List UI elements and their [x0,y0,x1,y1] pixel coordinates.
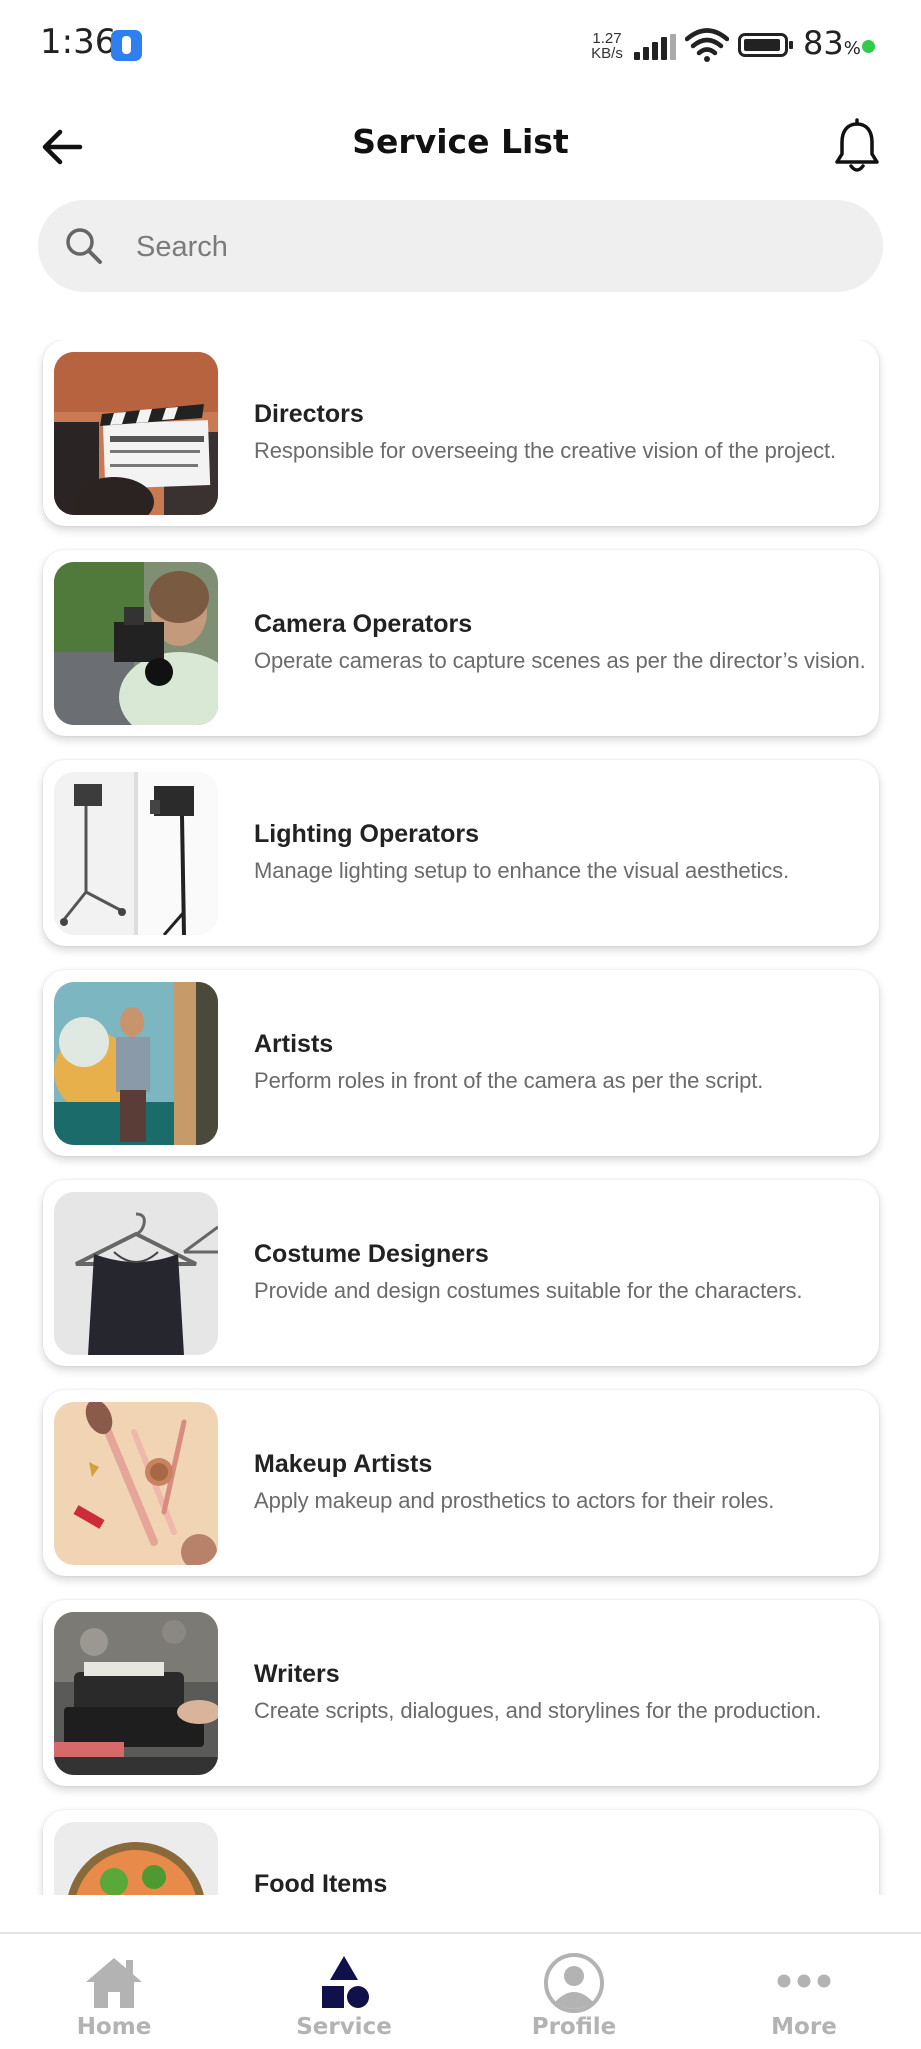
cell-signal-icon [634,34,676,60]
service-card-makeup-artists[interactable]: Makeup Artists Apply makeup and prosthet… [43,1390,879,1576]
accessibility-app-icon [111,30,142,61]
service-description: Perform roles in front of the camera as … [254,1068,764,1093]
wifi-icon [685,28,729,62]
more-dots-icon [777,1974,831,1988]
search-icon [66,228,102,264]
service-list: Directors Responsible for overseeing the… [0,340,921,1895]
service-image-clapperboard [54,352,218,515]
service-image-camera-operator [54,562,218,725]
service-title: Camera Operators [254,610,473,638]
home-icon [86,1958,142,2008]
nav-more[interactable]: More [724,1934,884,2049]
search-input[interactable] [134,200,858,294]
app-header: Service List [0,100,921,190]
service-title: Artists [254,1030,334,1058]
network-speed: 1.27 KB/s [590,31,624,61]
bell-icon [835,118,879,172]
service-card-camera-operators[interactable]: Camera Operators Operate cameras to capt… [43,550,879,736]
service-image-studio-lights [54,772,218,935]
service-title: Writers [254,1660,340,1688]
service-title: Directors [254,400,364,428]
notification-button[interactable] [830,118,884,176]
bottom-navigation: Home Service Profile More [0,1932,921,2049]
nav-service-label: Service [296,2014,392,2040]
nav-profile-label: Profile [531,2014,617,2040]
battery-percent: 83% [803,24,861,62]
nav-service[interactable]: Service [264,1934,424,2049]
profile-icon [544,1953,604,2013]
service-description: Responsible for overseeing the creative … [254,438,837,463]
service-title: Costume Designers [254,1240,489,1268]
service-title: Lighting Operators [254,820,479,848]
shapes-icon [322,1956,369,2008]
service-card-writers[interactable]: Writers Create scripts, dialogues, and s… [43,1600,879,1786]
nav-home[interactable]: Home [34,1934,194,2049]
service-description: Provide and design costumes suitable for… [254,1278,803,1303]
service-image-dress-hanger [54,1192,218,1355]
service-card-lighting-operators[interactable]: Lighting Operators Manage lighting setup… [43,760,879,946]
service-image-food-bowl [54,1822,218,1895]
search-bar[interactable] [38,200,883,294]
status-time: 1:36 [40,22,117,62]
nav-home-label: Home [76,2014,152,2040]
service-card-food-items[interactable]: Food Items [43,1810,879,1895]
service-image-typewriter [54,1612,218,1775]
nav-profile[interactable]: Profile [494,1934,654,2049]
status-bar: 1:36 1.27 KB/s 83% [0,0,921,90]
page-title: Service List [352,122,569,161]
service-description: Manage lighting setup to enhance the vis… [254,858,790,883]
network-speed-value: 1.27 [592,30,622,47]
privacy-indicator-dot [862,40,875,53]
service-description: Apply makeup and prosthetics to actors f… [254,1488,775,1513]
service-image-artist-mural [54,982,218,1145]
service-title: Food Items [254,1870,388,1895]
service-title: Makeup Artists [254,1450,433,1478]
service-card-costume-designers[interactable]: Costume Designers Provide and design cos… [43,1180,879,1366]
service-card-artists[interactable]: Artists Perform roles in front of the ca… [43,970,879,1156]
nav-more-label: More [771,2014,837,2040]
network-speed-unit: KB/s [591,45,623,62]
battery-icon [738,33,793,57]
service-image-makeup-brushes [54,1402,218,1565]
service-description: Create scripts, dialogues, and storyline… [254,1698,822,1723]
service-card-directors[interactable]: Directors Responsible for overseeing the… [43,340,879,526]
service-description: Operate cameras to capture scenes as per… [254,648,866,673]
